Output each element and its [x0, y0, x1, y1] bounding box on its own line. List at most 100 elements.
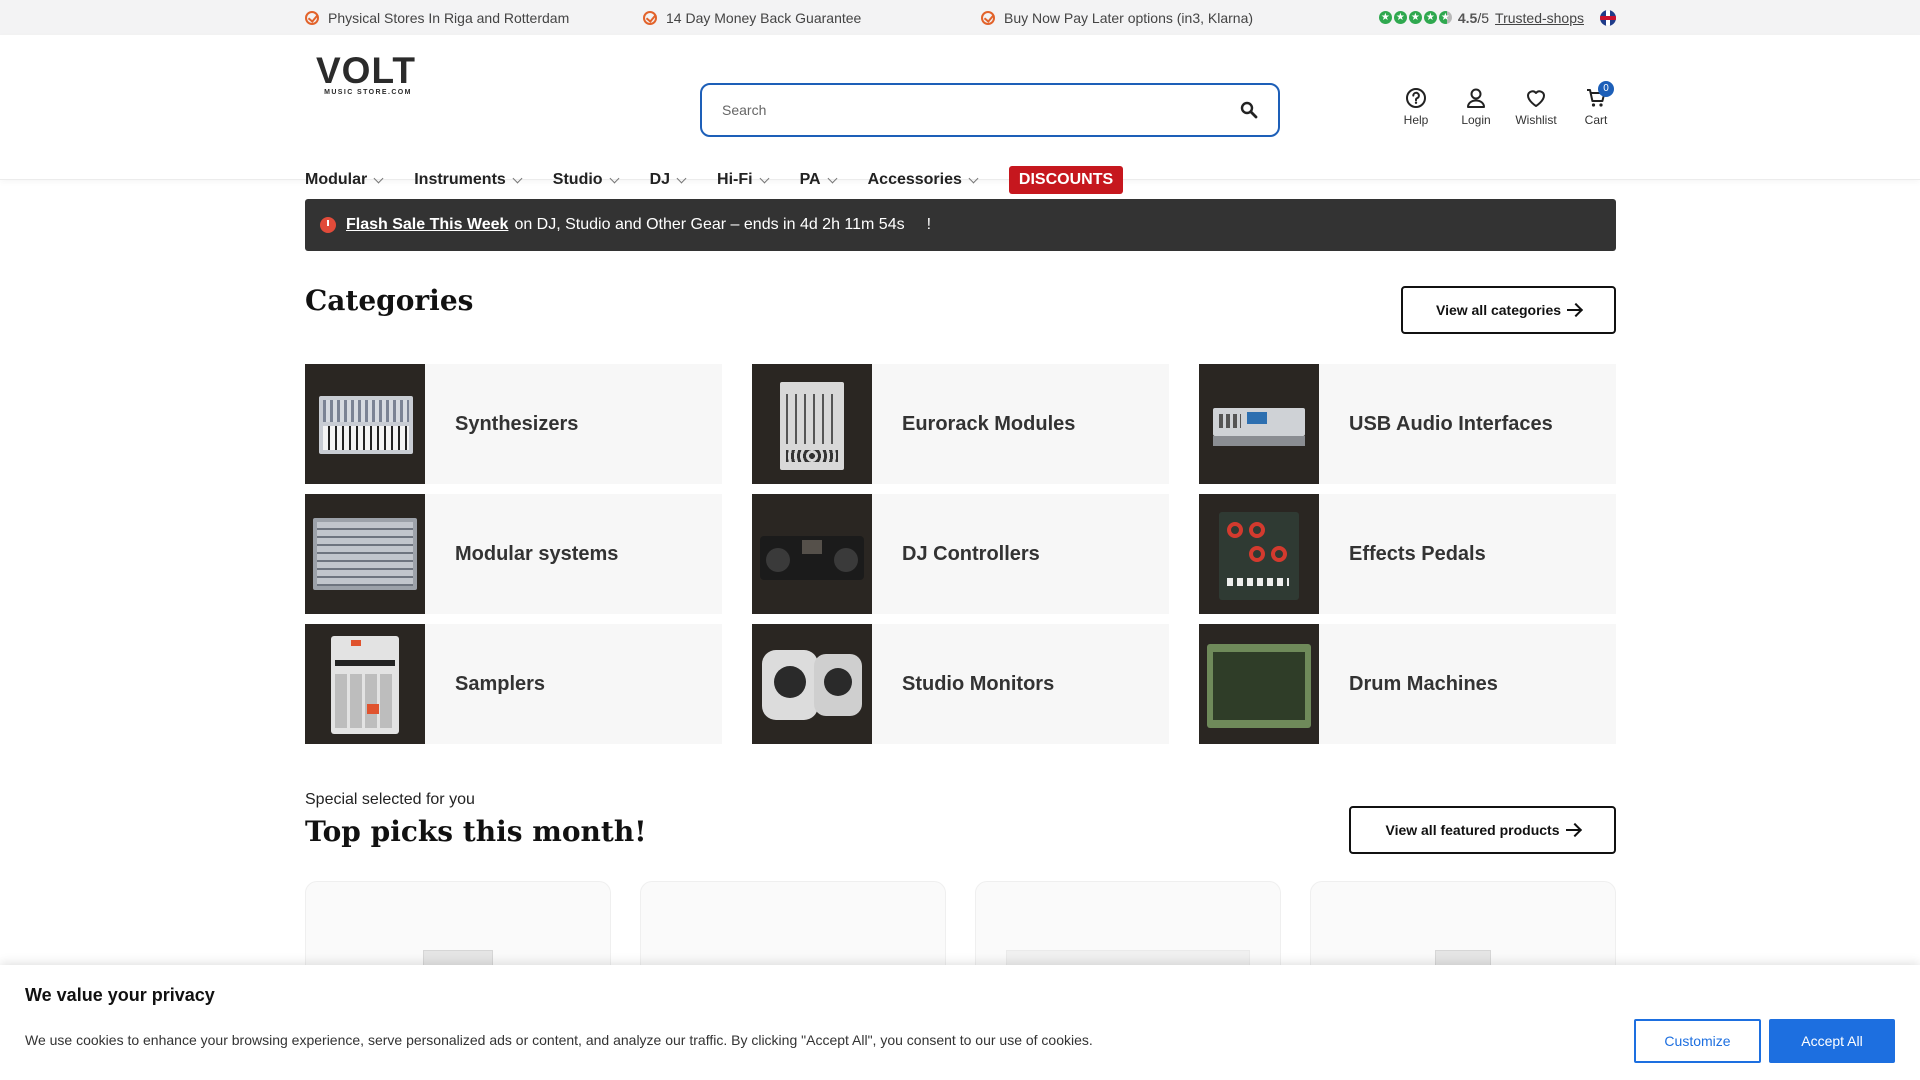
- category-image: [1199, 624, 1319, 744]
- category-name: USB Audio Interfaces: [1349, 412, 1553, 435]
- usp-text: Physical Stores In Riga and Rotterdam: [328, 9, 570, 26]
- cookie-title: We value your privacy: [25, 985, 215, 1005]
- flash-sale-banner: Flash Sale This Week on DJ, Studio and O…: [305, 199, 1616, 251]
- flash-sale-exclaim: !: [926, 216, 932, 233]
- category-card-dj-controllers[interactable]: DJ Controllers: [752, 494, 1169, 614]
- cart-label: Cart: [1584, 113, 1608, 127]
- trustedshops-rating: 4.5/5 Trusted-shops: [1378, 9, 1616, 26]
- login-label: Login: [1461, 113, 1491, 127]
- chevron-down-icon: [759, 173, 770, 183]
- category-image: [305, 624, 425, 744]
- category-card-modular-systems[interactable]: Modular systems: [305, 494, 722, 614]
- category-name: Synthesizers: [455, 412, 579, 435]
- usp-item: 14 Day Money Back Guarantee: [643, 10, 981, 26]
- logo[interactable]: VOLT MUSIC STORE.COM: [316, 50, 420, 96]
- category-name: Modular systems: [455, 542, 619, 565]
- category-grid: Synthesizers Eurorack Modules USB Audio …: [305, 364, 1616, 744]
- category-card-usb-audio-interfaces[interactable]: USB Audio Interfaces: [1199, 364, 1616, 484]
- cookie-text: We use cookies to enhance your browsing …: [25, 1032, 1093, 1048]
- category-card-effects-pedals[interactable]: Effects Pedals: [1199, 494, 1616, 614]
- category-card-drum-machines[interactable]: Drum Machines: [1199, 624, 1616, 744]
- trustedshops-link[interactable]: Trusted-shops: [1495, 10, 1584, 26]
- categories-title: Categories: [305, 284, 474, 317]
- category-image: [752, 364, 872, 484]
- category-name: Eurorack Modules: [902, 412, 1076, 435]
- nav-item-pa[interactable]: PA: [799, 171, 838, 189]
- heart-icon: [1527, 90, 1545, 107]
- star-icon: [1423, 11, 1437, 24]
- wishlist-label: Wishlist: [1515, 113, 1557, 127]
- nav-item-hifi[interactable]: Hi-Fi: [717, 171, 770, 189]
- help-icon: [1406, 88, 1426, 108]
- top-picks-subtitle: Special selected for you: [305, 791, 475, 808]
- view-all-featured-label: View all featured products: [1385, 822, 1560, 838]
- top-picks-title: Top picks this month!: [305, 815, 647, 848]
- logo-text: VOLT: [316, 50, 416, 91]
- star-icon: [1393, 11, 1407, 24]
- search-input[interactable]: [722, 102, 1240, 118]
- star-icon: [1408, 11, 1422, 24]
- category-image: [752, 624, 872, 744]
- chevron-down-icon: [968, 173, 979, 183]
- category-name: Samplers: [455, 672, 546, 695]
- usp-text: Buy Now Pay Later options (in3, Klarna): [1004, 9, 1254, 26]
- usp-item: Physical Stores In Riga and Rotterdam: [305, 10, 643, 26]
- star-icon: [1378, 11, 1392, 24]
- nav-item-discounts[interactable]: DISCOUNTS: [1008, 166, 1124, 194]
- nav-item-accessories[interactable]: Accessories: [867, 171, 979, 189]
- category-name: Drum Machines: [1349, 672, 1498, 695]
- category-card-eurorack-modules[interactable]: Eurorack Modules: [752, 364, 1169, 484]
- search-box: [700, 83, 1280, 137]
- usp-list: Physical Stores In Riga and Rotterdam 14…: [305, 10, 1319, 26]
- nav-label: Instruments: [414, 171, 506, 188]
- view-all-categories-label: View all categories: [1435, 302, 1562, 318]
- usp-item: Buy Now Pay Later options (in3, Klarna): [981, 10, 1319, 26]
- header-actions: Help Login Wishlist 0 Cart: [1386, 81, 1626, 127]
- flash-sale-link[interactable]: Flash Sale This Week: [346, 216, 508, 234]
- chevron-down-icon: [676, 173, 687, 183]
- user-icon: [1467, 88, 1485, 108]
- accept-all-button[interactable]: Accept All: [1769, 1019, 1895, 1063]
- nav-label: Studio: [552, 171, 603, 188]
- help-label: Help: [1403, 113, 1429, 127]
- nav-label: Accessories: [867, 171, 962, 188]
- main-nav: Modular Instruments Studio DJ Hi-Fi PA A…: [305, 166, 1124, 194]
- cart-button[interactable]: 0 Cart: [1566, 81, 1626, 127]
- rating-score: 4.5: [1457, 9, 1478, 26]
- search-icon[interactable]: [1240, 101, 1258, 119]
- usp-text: 14 Day Money Back Guarantee: [666, 9, 862, 26]
- wishlist-button[interactable]: Wishlist: [1506, 87, 1566, 127]
- category-name: Effects Pedals: [1349, 542, 1486, 565]
- category-name: Studio Monitors: [902, 672, 1055, 695]
- cart-count-badge: 0: [1598, 81, 1614, 97]
- arrow-right-icon: [1565, 829, 1580, 831]
- help-button[interactable]: Help: [1386, 87, 1446, 127]
- nav-label: Hi-Fi: [717, 171, 753, 188]
- nav-item-dj[interactable]: DJ: [649, 171, 687, 189]
- category-image: [305, 494, 425, 614]
- check-badge-icon: [981, 10, 995, 25]
- nav-label: DJ: [649, 171, 671, 188]
- category-card-samplers[interactable]: Samplers: [305, 624, 722, 744]
- view-all-featured-button[interactable]: View all featured products: [1349, 806, 1616, 854]
- category-card-studio-monitors[interactable]: Studio Monitors: [752, 624, 1169, 744]
- login-button[interactable]: Login: [1446, 87, 1506, 127]
- category-name: DJ Controllers: [902, 542, 1040, 565]
- chevron-down-icon: [827, 173, 838, 183]
- nav-label: Modular: [305, 171, 368, 188]
- nav-item-studio[interactable]: Studio: [552, 171, 620, 189]
- rating-suffix: /5: [1477, 9, 1490, 26]
- arrow-right-icon: [1567, 309, 1582, 311]
- uk-flag-icon[interactable]: [1600, 9, 1616, 26]
- category-image: [1199, 494, 1319, 614]
- chevron-down-icon: [373, 173, 384, 183]
- category-image: [305, 364, 425, 484]
- nav-item-instruments[interactable]: Instruments: [414, 171, 523, 189]
- category-card-synthesizers[interactable]: Synthesizers: [305, 364, 722, 484]
- alarm-clock-icon: [320, 217, 336, 233]
- customize-button[interactable]: Customize: [1634, 1019, 1761, 1063]
- nav-item-modular[interactable]: Modular: [305, 171, 384, 189]
- view-all-categories-button[interactable]: View all categories: [1401, 286, 1616, 334]
- site-header: VOLT MUSIC STORE.COM Help Login Wishlist…: [0, 35, 1920, 194]
- nav-label: PA: [799, 171, 821, 188]
